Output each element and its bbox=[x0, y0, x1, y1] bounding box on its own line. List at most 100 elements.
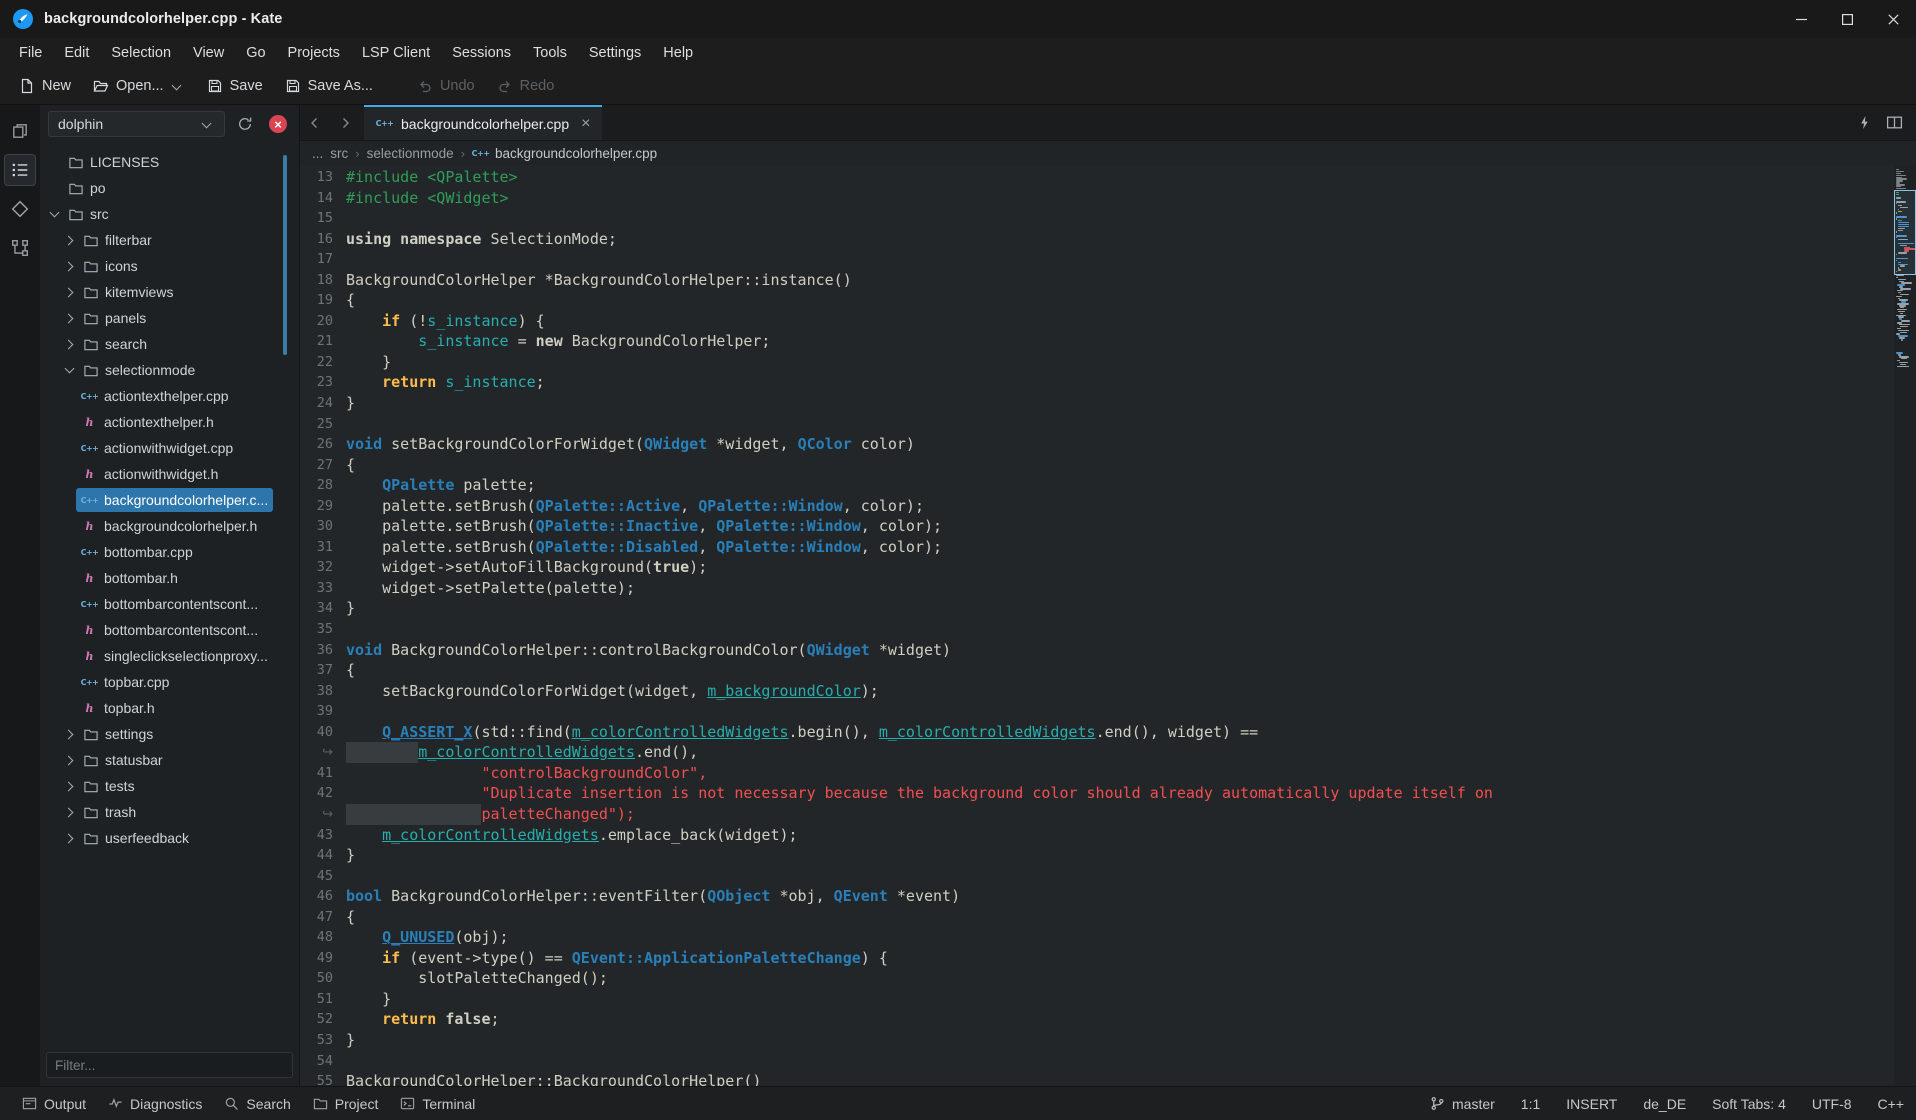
tree-item-settings[interactable]: settings bbox=[40, 721, 273, 747]
code-line-13[interactable]: 13#include <QPalette> bbox=[300, 167, 1892, 188]
menu-item-tools[interactable]: Tools bbox=[522, 41, 578, 65]
minimize-button[interactable] bbox=[1778, 0, 1824, 38]
code-line-14[interactable]: 14#include <QWidget> bbox=[300, 188, 1892, 209]
code-line-34[interactable]: 34} bbox=[300, 598, 1892, 619]
tree-item-src[interactable]: src bbox=[40, 201, 273, 227]
code-line-48[interactable]: 48 Q_UNUSED(obj); bbox=[300, 927, 1892, 948]
breadcrumb-item-src[interactable]: src bbox=[330, 146, 348, 161]
save-as-button[interactable]: Save As... bbox=[276, 73, 382, 99]
tree-item-filterbar[interactable]: filterbar bbox=[40, 227, 273, 253]
tree-item-licenses[interactable]: LICENSES bbox=[40, 149, 273, 175]
code-line-55[interactable]: 55BackgroundColorHelper::BackgroundColor… bbox=[300, 1071, 1892, 1086]
tab-settings-button[interactable]: Soft Tabs: 4 bbox=[1712, 1096, 1786, 1112]
code-lines[interactable]: 13#include <QPalette>14#include <QWidget… bbox=[300, 167, 1892, 1086]
dictionary-button[interactable]: de_DE bbox=[1643, 1096, 1686, 1112]
tool-symbols-button[interactable] bbox=[4, 232, 36, 264]
breadcrumb-root-button[interactable]: ... bbox=[312, 146, 323, 161]
maximize-button[interactable] bbox=[1824, 0, 1870, 38]
code-line-21[interactable]: 21 s_instance = new BackgroundColorHelpe… bbox=[300, 331, 1892, 352]
code-line-28[interactable]: 28 QPalette palette; bbox=[300, 475, 1892, 496]
tree-item-bottombarcontentscont[interactable]: hbottombarcontentscont... bbox=[40, 617, 273, 643]
terminal-toggle-button[interactable]: Terminal bbox=[390, 1091, 485, 1117]
code-line-wrap[interactable]: ↪m_colorControlledWidgets.end(), bbox=[300, 742, 1892, 763]
save-button[interactable]: Save bbox=[198, 73, 272, 99]
code-line-17[interactable]: 17 bbox=[300, 249, 1892, 270]
project-toggle-button[interactable]: Project bbox=[303, 1091, 389, 1117]
editor[interactable]: 13#include <QPalette>14#include <QWidget… bbox=[300, 165, 1916, 1086]
search-toggle-button[interactable]: Search bbox=[214, 1091, 300, 1117]
menu-item-help[interactable]: Help bbox=[652, 41, 704, 65]
new-button[interactable]: New bbox=[10, 73, 80, 99]
tab-nav-back-button[interactable] bbox=[300, 105, 330, 140]
menu-item-projects[interactable]: Projects bbox=[277, 41, 351, 65]
lightning-icon[interactable] bbox=[1852, 111, 1876, 135]
expander-open-icon[interactable] bbox=[46, 206, 62, 222]
tree-item-tests[interactable]: tests bbox=[40, 773, 273, 799]
code-line-16[interactable]: 16using namespace SelectionMode; bbox=[300, 229, 1892, 250]
code-line-36[interactable]: 36void BackgroundColorHelper::controlBac… bbox=[300, 640, 1892, 661]
expander-closed-icon[interactable] bbox=[61, 830, 77, 846]
menu-item-selection[interactable]: Selection bbox=[100, 41, 182, 65]
expander-closed-icon[interactable] bbox=[61, 310, 77, 326]
tree-item-trash[interactable]: trash bbox=[40, 799, 273, 825]
code-line-42[interactable]: 42 "Duplicate insertion is not necessary… bbox=[300, 783, 1892, 804]
breadcrumb-item-file[interactable]: C++backgroundcolorhelper.cpp bbox=[472, 145, 657, 161]
code-line-38[interactable]: 38 setBackgroundColorForWidget(widget, m… bbox=[300, 681, 1892, 702]
code-line-24[interactable]: 24} bbox=[300, 393, 1892, 414]
chevron-down-icon[interactable] bbox=[169, 78, 185, 94]
project-selector-dropdown[interactable]: dolphin bbox=[48, 111, 225, 137]
menu-item-file[interactable]: File bbox=[8, 41, 53, 65]
output-toggle-button[interactable]: Output bbox=[12, 1091, 96, 1117]
tree-item-icons[interactable]: icons bbox=[40, 253, 273, 279]
code-line-40[interactable]: 40 Q_ASSERT_X(std::find(m_colorControlle… bbox=[300, 722, 1892, 743]
expander-closed-icon[interactable] bbox=[61, 258, 77, 274]
minimap-scrollbar[interactable] bbox=[1894, 165, 1916, 1086]
tree-item-search[interactable]: search bbox=[40, 331, 273, 357]
expander-closed-icon[interactable] bbox=[61, 726, 77, 742]
menu-item-lsp-client[interactable]: LSP Client bbox=[351, 41, 441, 65]
tree-item-backgroundcolorhelper-h[interactable]: hbackgroundcolorhelper.h bbox=[40, 513, 273, 539]
tab-close-icon[interactable]: × bbox=[581, 116, 590, 132]
tree-item-panels[interactable]: panels bbox=[40, 305, 273, 331]
redo-button[interactable]: Redo bbox=[488, 73, 564, 99]
code-line-23[interactable]: 23 return s_instance; bbox=[300, 372, 1892, 393]
menu-item-view[interactable]: View bbox=[182, 41, 235, 65]
tool-projects-button[interactable] bbox=[4, 154, 36, 186]
tree-item-bottombarcontentscont[interactable]: C++bottombarcontentscont... bbox=[40, 591, 273, 617]
tree-item-actionwithwidget-cpp[interactable]: C++actionwithwidget.cpp bbox=[40, 435, 273, 461]
project-filter-input[interactable] bbox=[46, 1052, 293, 1078]
tree-item-actiontexthelper-h[interactable]: hactiontexthelper.h bbox=[40, 409, 273, 435]
tree-item-po[interactable]: po bbox=[40, 175, 273, 201]
tree-item-statusbar[interactable]: statusbar bbox=[40, 747, 273, 773]
tree-item-backgroundcolorhelper-c[interactable]: C++backgroundcolorhelper.c... bbox=[40, 487, 273, 513]
code-line-54[interactable]: 54 bbox=[300, 1051, 1892, 1072]
code-line-52[interactable]: 52 return false; bbox=[300, 1009, 1892, 1030]
code-line-39[interactable]: 39 bbox=[300, 701, 1892, 722]
expander-closed-icon[interactable] bbox=[61, 284, 77, 300]
cursor-position-button[interactable]: 1:1 bbox=[1521, 1096, 1540, 1112]
expander-open-icon[interactable] bbox=[61, 362, 77, 378]
split-view-icon[interactable] bbox=[1882, 111, 1906, 135]
code-line-30[interactable]: 30 palette.setBrush(QPalette::Inactive, … bbox=[300, 516, 1892, 537]
expander-closed-icon[interactable] bbox=[61, 232, 77, 248]
tree-item-actionwithwidget-h[interactable]: hactionwithwidget.h bbox=[40, 461, 273, 487]
tree-item-actiontexthelper-cpp[interactable]: C++actiontexthelper.cpp bbox=[40, 383, 273, 409]
minimap-viewport[interactable] bbox=[1894, 190, 1916, 276]
code-line-29[interactable]: 29 palette.setBrush(QPalette::Active, QP… bbox=[300, 496, 1892, 517]
tree-item-singleclickselectionproxy[interactable]: hsingleclickselectionproxy... bbox=[40, 643, 273, 669]
diagnostics-toggle-button[interactable]: Diagnostics bbox=[98, 1091, 212, 1117]
code-line-22[interactable]: 22 } bbox=[300, 352, 1892, 373]
code-line-50[interactable]: 50 slotPaletteChanged(); bbox=[300, 968, 1892, 989]
code-line-35[interactable]: 35 bbox=[300, 619, 1892, 640]
expander-closed-icon[interactable] bbox=[61, 336, 77, 352]
close-project-button[interactable]: × bbox=[265, 111, 291, 137]
code-line-47[interactable]: 47{ bbox=[300, 907, 1892, 928]
git-branch-button[interactable]: master bbox=[1430, 1096, 1495, 1112]
tool-git-button[interactable] bbox=[4, 193, 36, 225]
breadcrumb-item-selectionmode[interactable]: selectionmode bbox=[367, 146, 454, 161]
tree-item-bottombar-h[interactable]: hbottombar.h bbox=[40, 565, 273, 591]
menu-item-settings[interactable]: Settings bbox=[578, 41, 652, 65]
undo-button[interactable]: Undo bbox=[408, 73, 484, 99]
tree-scrollbar[interactable] bbox=[283, 155, 287, 355]
menu-item-edit[interactable]: Edit bbox=[53, 41, 100, 65]
